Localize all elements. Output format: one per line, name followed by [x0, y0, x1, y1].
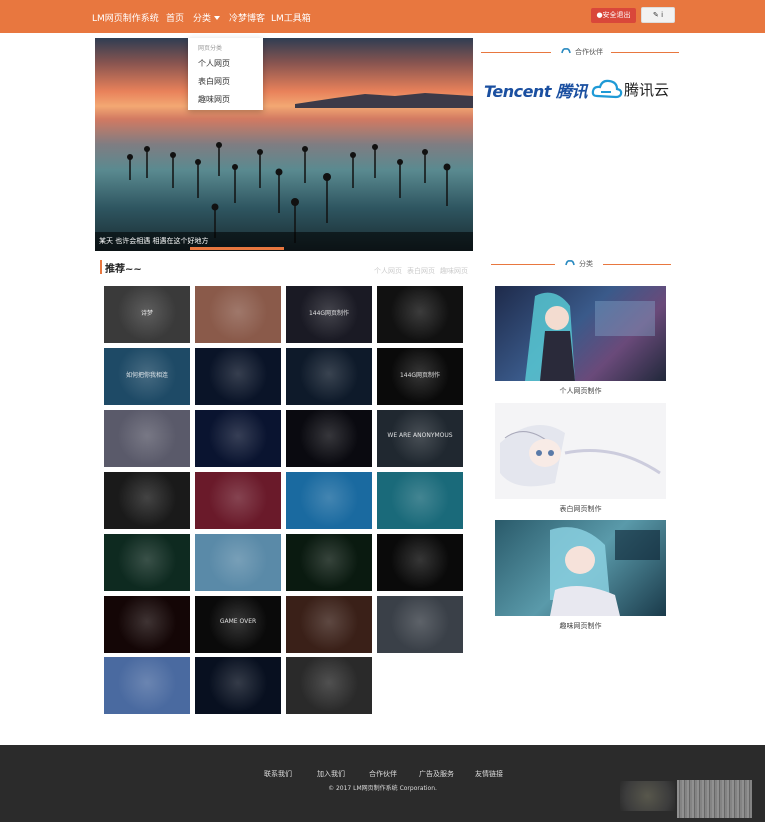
recommend-thumb[interactable]: [286, 348, 372, 405]
caret-down-icon: [214, 16, 221, 20]
recommend-thumb[interactable]: GAME OVER: [195, 596, 281, 653]
anime-girl-image: [525, 292, 655, 381]
footer: 联系我们 加入我们 合作伙伴 广告及服务 友情链接 © 2017 LM网页制作系…: [0, 745, 765, 822]
recommend-thumb[interactable]: [195, 657, 281, 714]
tab-fun[interactable]: 趣味网页: [440, 266, 468, 276]
carousel-indicator[interactable]: [190, 247, 284, 250]
footer-link-contact[interactable]: 联系我们: [264, 769, 292, 779]
recommend-thumb[interactable]: [377, 286, 463, 343]
category-label-confession[interactable]: 表白网页制作: [495, 504, 666, 514]
recommend-thumb[interactable]: 诗梦: [104, 286, 190, 343]
cloud-logo-icon: [565, 260, 575, 266]
thumb-title: 144G网页制作: [399, 372, 441, 379]
tab-personal[interactable]: 个人网页: [374, 266, 402, 276]
recommend-thumb[interactable]: [195, 410, 281, 467]
thumb-title: GAME OVER: [219, 618, 257, 625]
recommend-thumb[interactable]: [104, 657, 190, 714]
thumb-title: WE ARE ANONYMOUS: [387, 432, 453, 439]
footer-link-ads[interactable]: 广告及服务: [419, 769, 454, 779]
blurred-image: [677, 780, 752, 818]
hero-caption-bar: 某天 也许会相遇 相遇在这个好地方: [95, 232, 473, 251]
divider: [481, 52, 551, 53]
category-label-fun[interactable]: 趣味网页制作: [495, 621, 666, 631]
recommend-thumb[interactable]: [195, 286, 281, 343]
nav-home[interactable]: 首页: [166, 11, 184, 24]
partners-header: 合作伙伴: [481, 45, 679, 59]
hero-carousel[interactable]: [95, 38, 473, 251]
footer-link-friends[interactable]: 友情链接: [475, 769, 503, 779]
recommend-thumb[interactable]: [286, 410, 372, 467]
hero-image: [95, 38, 473, 251]
nav-category-label: 分类: [193, 14, 212, 24]
pencil-icon: ✎: [652, 11, 659, 19]
category-image-personal[interactable]: [495, 286, 666, 381]
nav-toolbox[interactable]: LM工具箱: [271, 11, 311, 24]
footer-link-partners[interactable]: 合作伙伴: [369, 769, 397, 779]
recommend-title: 推荐~~: [105, 264, 142, 275]
logout-label: 安全退出: [602, 11, 631, 19]
section-accent-bar: [100, 260, 102, 274]
recommend-thumb[interactable]: [104, 410, 190, 467]
recommend-thumb[interactable]: 144G网页制作: [377, 348, 463, 405]
logout-button[interactable]: ●安全退出: [591, 8, 636, 23]
category-dropdown: 网页分类 个人网页 表白网页 趣味网页: [188, 38, 263, 110]
thumb-title: 144G网页制作: [308, 310, 350, 317]
dropdown-item-personal[interactable]: 个人网页: [198, 58, 230, 69]
category-title: 分类: [579, 260, 593, 268]
top-navbar: LM网页制作系统 首页 分类 冷梦博客 LM工具箱 ●安全退出 ✎ i: [0, 0, 765, 33]
hero-caption: 某天 也许会相遇 相遇在这个好地方: [99, 237, 209, 245]
tencent-logo[interactable]: Tencent 腾讯: [484, 78, 588, 102]
divider: [603, 264, 671, 265]
brand-link[interactable]: LM网页制作系统: [92, 11, 159, 24]
edit-button[interactable]: ✎ i: [641, 7, 675, 23]
category-label-personal[interactable]: 个人网页制作: [495, 386, 666, 396]
category-header: 分类: [491, 257, 671, 271]
recommend-thumb[interactable]: [195, 472, 281, 529]
recommend-thumb[interactable]: [195, 534, 281, 591]
dropdown-item-fun[interactable]: 趣味网页: [198, 94, 230, 105]
edit-label: i: [661, 11, 664, 19]
recommend-thumb[interactable]: [104, 596, 190, 653]
recommend-thumb[interactable]: [286, 657, 372, 714]
blurred-image: [620, 781, 675, 811]
recommend-thumb[interactable]: 144G网页制作: [286, 286, 372, 343]
footer-link-join[interactable]: 加入我们: [317, 769, 345, 779]
recommend-thumb[interactable]: WE ARE ANONYMOUS: [377, 410, 463, 467]
recommend-thumb[interactable]: [104, 472, 190, 529]
divider: [611, 52, 679, 53]
tencent-cloud-icon: [591, 79, 623, 99]
cloud-logo-icon: [561, 48, 571, 54]
recommend-thumb[interactable]: [104, 534, 190, 591]
divider: [491, 264, 555, 265]
nav-category[interactable]: 分类: [193, 11, 221, 24]
anime-girl-image: [550, 527, 660, 616]
recommend-thumb[interactable]: [286, 534, 372, 591]
nav-blog[interactable]: 冷梦博客: [229, 11, 265, 24]
recommend-thumb[interactable]: [377, 596, 463, 653]
category-image-confession[interactable]: [495, 403, 666, 499]
thumb-title: 诗梦: [140, 310, 153, 317]
recommend-thumb[interactable]: [286, 596, 372, 653]
dropdown-header: 网页分类: [198, 45, 223, 52]
anime-girl-image: [500, 425, 661, 487]
dropdown-item-confession[interactable]: 表白网页: [198, 76, 230, 87]
thumb-title: 如何把你我相连: [125, 372, 168, 379]
recommend-thumb[interactable]: [377, 534, 463, 591]
recommend-thumb[interactable]: [286, 472, 372, 529]
recommend-thumb[interactable]: 如何把你我相连: [104, 348, 190, 405]
recommend-thumb[interactable]: [377, 472, 463, 529]
tab-confession[interactable]: 表白网页: [407, 266, 435, 276]
partners-title: 合作伙伴: [575, 48, 603, 56]
recommend-thumb[interactable]: [195, 348, 281, 405]
category-image-fun[interactable]: [495, 520, 666, 616]
tencent-cloud-logo[interactable]: 腾讯云: [624, 79, 669, 100]
